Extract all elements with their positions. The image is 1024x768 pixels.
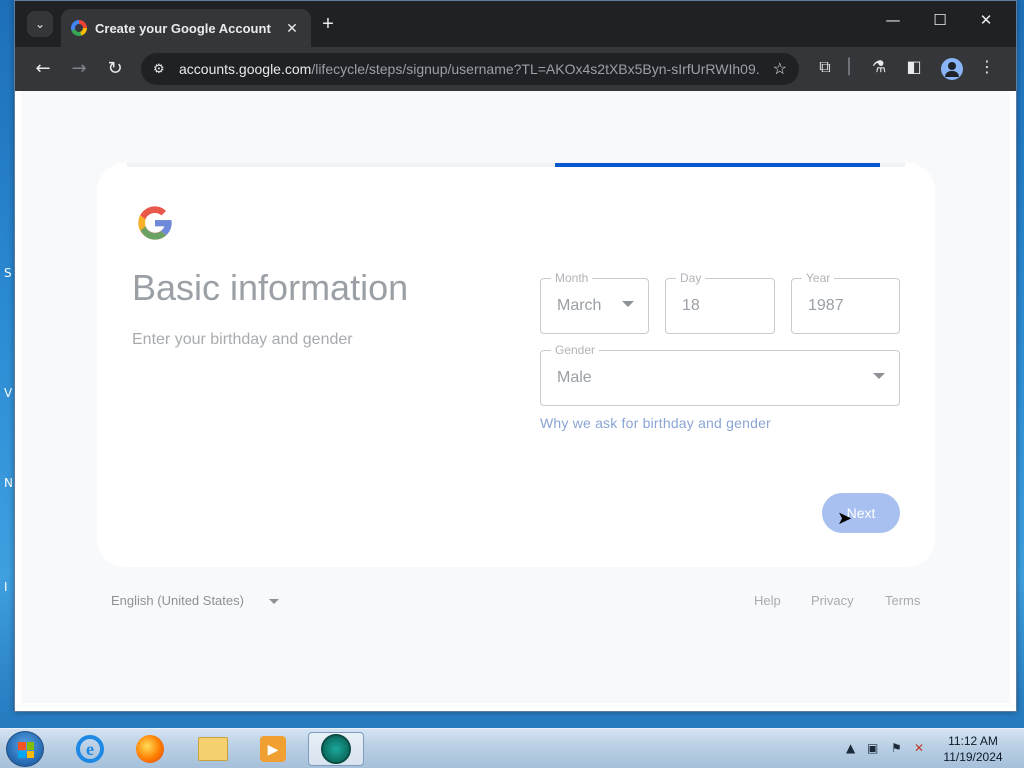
url-path: /lifecycle/steps/signup/username?TL=AKOx… [311,61,759,77]
url-host: accounts.google.com [179,61,312,77]
gender-value: Male [557,369,592,386]
clock-time: 11:12 AM [948,734,998,748]
desktop-label-fragment: N [4,476,13,490]
browser-app-icon[interactable] [308,732,364,766]
dropdown-arrow-icon [873,373,885,379]
side-panel-icon[interactable]: ◧ [902,57,926,76]
maximize-icon[interactable]: ☐ [925,11,955,29]
progress-bar [127,163,905,167]
minimize-icon[interactable]: — [878,11,908,29]
back-arrow-icon[interactable]: ← [31,57,55,81]
year-value: 1987 [808,297,844,314]
tab-active[interactable]: Create your Google Account ✕ [61,9,311,47]
forward-arrow-icon[interactable]: → [67,57,91,81]
year-input[interactable]: Year 1987 [791,271,900,334]
gender-label: Gender [551,343,600,357]
next-button[interactable]: Next [822,493,900,533]
privacy-link[interactable]: Privacy [811,593,854,608]
progress-bar-fill [555,163,880,167]
desktop-label-fragment: S [4,266,12,280]
flask-icon[interactable]: ⚗ [867,57,891,76]
close-icon[interactable]: ✕ [971,11,1001,29]
show-hidden-icons-icon[interactable]: ▲ [846,741,855,755]
chevron-down-icon[interactable]: ⌄ [27,11,53,37]
page-title: Basic information [132,267,409,308]
tab-title: Create your Google Account [95,20,271,36]
month-value: March [557,297,602,314]
clock-date: 11/19/2024 [943,750,1003,764]
windows-logo-icon [18,742,34,758]
plus-icon[interactable]: + [317,13,339,36]
language-select[interactable]: English (United States) [111,593,244,608]
why-birthday-gender-link[interactable]: Why we ask for birthday and gender [540,415,771,431]
month-select[interactable]: Month March [540,271,649,334]
terms-link[interactable]: Terms [885,593,920,608]
clock[interactable]: 11:12 AM 11/19/2024 [938,733,1008,765]
taskbar: e ▶ ▲ ▣ ⚑ ✕ 11:12 AM 11/19/2024 [0,728,1024,768]
tune-icon[interactable]: ⚙ [153,62,173,77]
star-icon[interactable]: ☆ [773,59,787,79]
google-icon [71,20,87,36]
dropdown-arrow-icon[interactable] [269,599,279,604]
page-subtitle: Enter your birthday and gender [132,331,353,348]
month-label: Month [551,271,593,285]
close-icon[interactable]: ✕ [283,20,301,37]
network-icon[interactable]: ▣ [867,741,878,755]
title-bar: ⌄ Create your Google Account ✕ + — ☐ ✕ [15,1,1016,47]
toolbar-divider: | [845,55,853,76]
action-center-flag-icon[interactable]: ⚑ [891,741,902,755]
more-vert-icon[interactable]: ⋮ [975,57,999,76]
url-text[interactable]: accounts.google.com/lifecycle/steps/sign… [179,61,759,77]
puzzle-icon[interactable]: ⧉ [813,57,837,77]
day-label: Day [676,271,706,285]
day-value: 18 [682,297,700,314]
signup-card: Basic information Enter your birthday an… [97,163,935,567]
internet-explorer-icon[interactable]: e [62,732,118,766]
browser-toolbar: ← → ↻ ⚙ accounts.google.com/lifecycle/st… [15,47,1016,91]
browser-window: ⌄ Create your Google Account ✕ + — ☐ ✕ ←… [14,0,1017,712]
start-button[interactable] [6,731,44,767]
day-input[interactable]: Day 18 [665,271,775,334]
avatar-icon[interactable] [941,58,963,80]
desktop-label-fragment: V [4,386,13,400]
volume-muted-icon[interactable]: ✕ [914,741,924,755]
reload-icon[interactable]: ↻ [103,57,127,81]
file-explorer-icon[interactable] [185,732,241,766]
dropdown-arrow-icon [622,301,634,307]
desktop-label-fragment: I [4,580,8,594]
mouse-cursor-icon: ➤ [837,508,853,529]
firefox-icon[interactable] [122,732,178,766]
media-player-icon[interactable]: ▶ [245,732,301,766]
address-bar[interactable]: ⚙ accounts.google.com/lifecycle/steps/si… [141,53,799,85]
signup-page: Basic information Enter your birthday an… [21,91,1010,703]
gender-select[interactable]: Gender Male [540,343,900,406]
year-label: Year [802,271,835,285]
google-logo-icon [138,206,172,240]
help-link[interactable]: Help [754,593,781,608]
